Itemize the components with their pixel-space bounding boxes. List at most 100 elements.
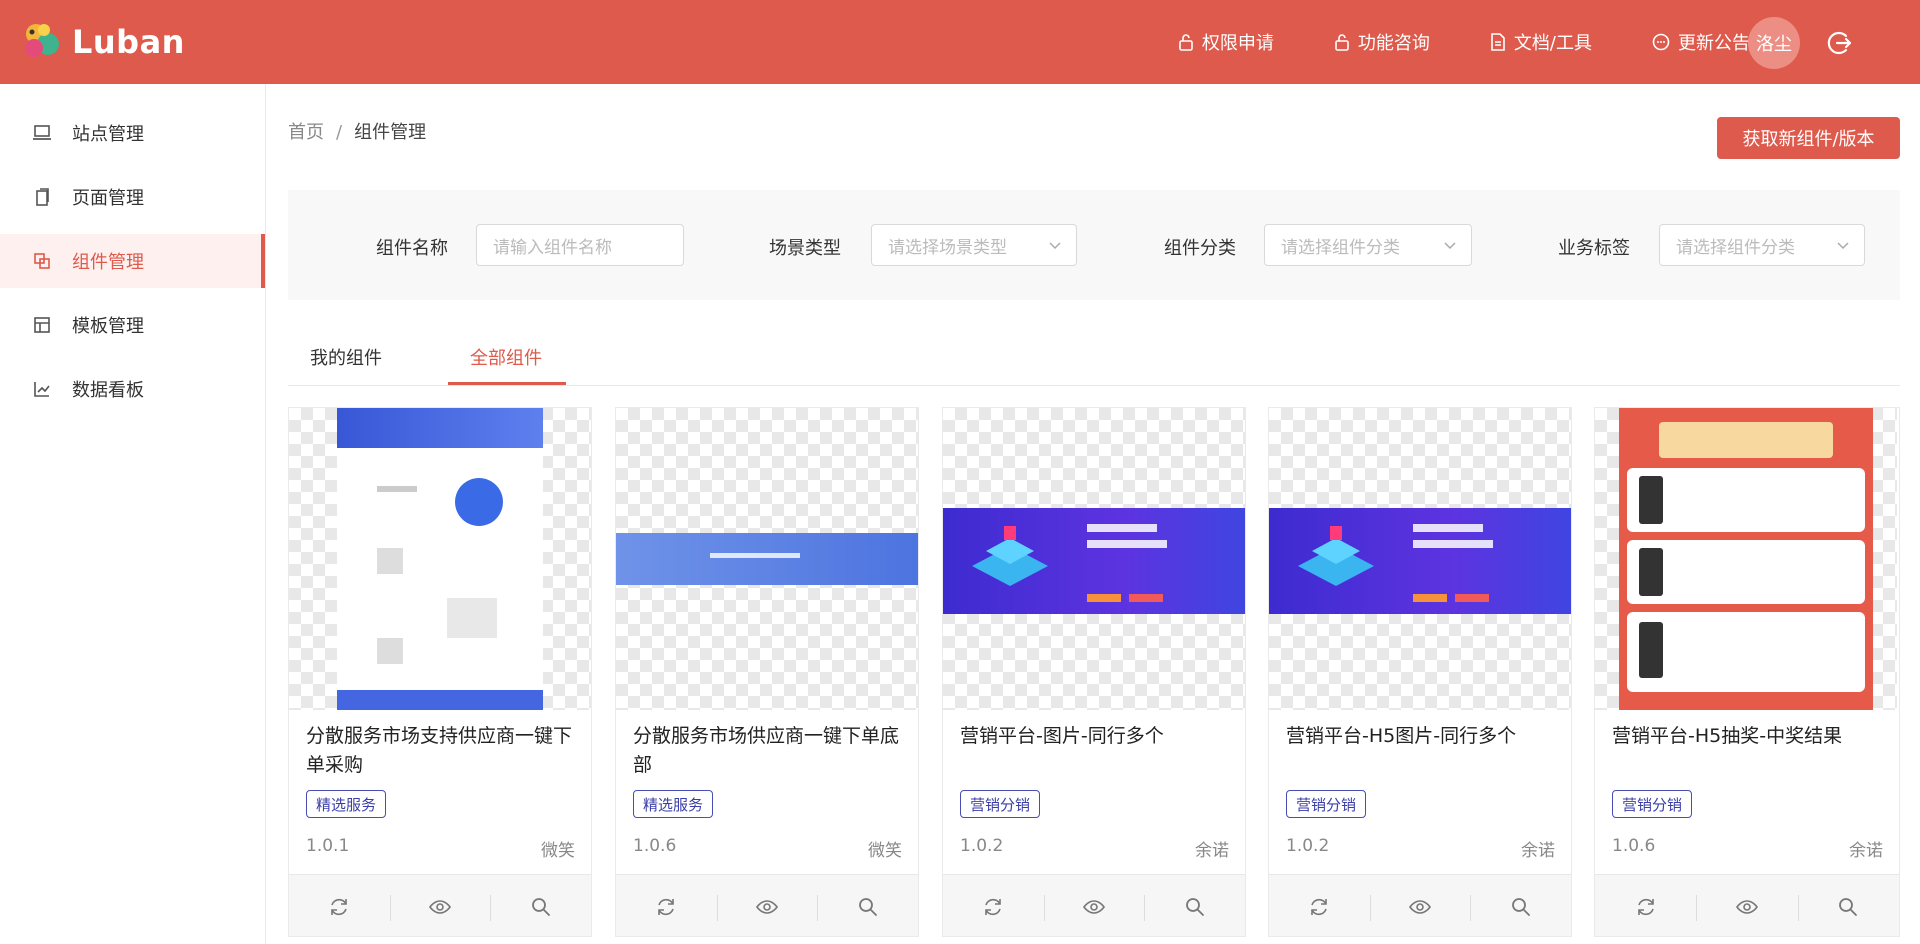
component-name-label: 组件名称 [376,238,448,259]
nav-docs-tools[interactable]: 文档/工具 [1490,29,1592,55]
card-tag: 精选服务 [633,790,714,818]
tab-all-components[interactable]: 全部组件 [470,344,542,370]
breadcrumb: 首页 / 组件管理 [288,118,426,144]
search-icon [1511,897,1530,916]
inspect-button[interactable] [817,875,918,936]
tab-my-components[interactable]: 我的组件 [310,344,382,370]
search-icon [531,897,550,916]
sidebar-item-label: 组件管理 [72,252,144,273]
pyramid-graphic [1298,526,1374,586]
card-tag: 营销分销 [960,790,1041,818]
user-avatar[interactable]: 洛尘 [1748,17,1800,69]
laptop-icon [33,125,51,140]
logo-text: Luban [72,23,185,61]
logo-icon [25,24,59,57]
preview-button[interactable] [1696,875,1797,936]
nav-label: 功能咨询 [1357,33,1430,54]
search-icon [1839,897,1858,916]
preview-button[interactable] [716,875,818,936]
inspect-button[interactable] [1797,875,1899,936]
component-card[interactable]: 营销平台-图片-同行多个 营销分销 1.0.2 余诺 [942,407,1246,937]
preview-button[interactable] [1369,875,1471,936]
component-category-select[interactable]: 请选择组件分类 [1264,224,1472,266]
nav-update-notice[interactable]: 更新公告 [1652,29,1750,55]
card-author: 微笑 [868,841,902,861]
lock-icon [1335,34,1349,51]
search-icon [858,897,877,916]
inspect-button[interactable] [490,875,591,936]
component-icon [34,253,50,269]
card-actions [616,874,918,936]
scene-type-label: 场景类型 [769,238,841,259]
card-version: 1.0.2 [1286,836,1330,856]
select-placeholder: 请选择组件分类 [1676,237,1795,258]
card-author: 微笑 [541,841,575,861]
card-tag: 营销分销 [1286,790,1367,818]
select-placeholder: 请选择场景类型 [888,237,1007,258]
nav-permission-request[interactable]: 权限申请 [1178,29,1274,55]
inspect-button[interactable] [1470,875,1571,936]
component-name-input[interactable]: 请输入组件名称 [476,224,684,266]
top-navbar: Luban 权限申请 功能咨询 文档/工具 更新公告 洛尘 [0,0,1920,84]
business-tag-select[interactable]: 请选择组件分类 [1659,224,1865,266]
refresh-icon [1637,898,1654,915]
sidebar-item-components[interactable]: 组件管理 [0,234,265,288]
sidebar-item-pages[interactable]: 页面管理 [0,170,265,224]
thumbnail-preview [943,508,1245,614]
card-tag: 精选服务 [306,790,387,818]
chart-icon [34,382,50,397]
refresh-icon [331,898,348,915]
refresh-icon [658,898,675,915]
top-nav-menu: 权限申请 功能咨询 文档/工具 更新公告 [1118,0,1750,84]
eye-icon [1083,899,1105,914]
card-title: 分散服务市场支持供应商一键下单采购 [306,725,573,776]
component-category-label: 组件分类 [1164,238,1236,259]
card-title: 分散服务市场供应商一键下单底部 [633,725,900,776]
business-tag-label: 业务标签 [1558,238,1630,259]
thumbnail-preview [337,408,543,710]
refresh-button[interactable] [616,875,717,936]
sidebar-item-label: 模板管理 [72,316,144,337]
preview-button[interactable] [1043,875,1145,936]
sidebar-item-label: 数据看板 [72,380,144,401]
card-author: 余诺 [1849,841,1883,861]
chevron-down-icon [1837,242,1849,250]
breadcrumb-home[interactable]: 首页 [288,122,324,143]
component-tabs: 我的组件 全部组件 [288,334,1900,386]
template-icon [34,317,50,333]
pages-icon [36,188,49,206]
sidebar-item-label: 站点管理 [72,124,144,145]
active-tab-indicator [448,382,566,385]
preview-button[interactable] [389,875,491,936]
logo[interactable]: Luban [18,18,185,66]
sidebar-item-templates[interactable]: 模板管理 [0,298,265,352]
filter-panel: 组件名称 请输入组件名称 场景类型 请选择场景类型 组件分类 请选择组件分类 业… [288,190,1900,300]
component-card[interactable]: 营销平台-H5抽奖-中奖结果 营销分销 1.0.6 余诺 [1594,407,1900,937]
breadcrumb-current: 组件管理 [354,122,427,143]
card-tag: 营销分销 [1612,790,1693,818]
refresh-button[interactable] [289,875,390,936]
thumbnail-preview [1619,408,1873,710]
refresh-button[interactable] [1269,875,1370,936]
component-card[interactable]: 分散服务市场支持供应商一键下单采购 精选服务 1.0.1 微笑 [288,407,592,937]
card-actions [1269,874,1571,936]
component-card[interactable]: 分散服务市场供应商一键下单底部 精选服务 1.0.6 微笑 [615,407,919,937]
logout-icon[interactable] [1826,30,1852,56]
card-author: 余诺 [1521,841,1555,861]
nav-feature-consult[interactable]: 功能咨询 [1334,29,1430,55]
get-new-component-button[interactable]: 获取新组件/版本 [1717,117,1900,159]
card-version: 1.0.1 [306,836,350,856]
eye-icon [756,899,778,914]
pyramid-graphic [972,526,1048,586]
refresh-button[interactable] [1595,875,1696,936]
sidebar-item-sites[interactable]: 站点管理 [0,106,265,160]
scene-type-select[interactable]: 请选择场景类型 [871,224,1077,266]
component-thumbnail [943,408,1245,710]
refresh-button[interactable] [943,875,1044,936]
sidebar-item-dashboard[interactable]: 数据看板 [0,362,265,416]
inspect-button[interactable] [1144,875,1245,936]
nav-label: 权限申请 [1201,33,1274,54]
card-title: 营销平台-H5抽奖-中奖结果 [1612,725,1843,747]
eye-icon [1409,899,1431,914]
component-card[interactable]: 营销平台-H5图片-同行多个 营销分销 1.0.2 余诺 [1268,407,1572,937]
